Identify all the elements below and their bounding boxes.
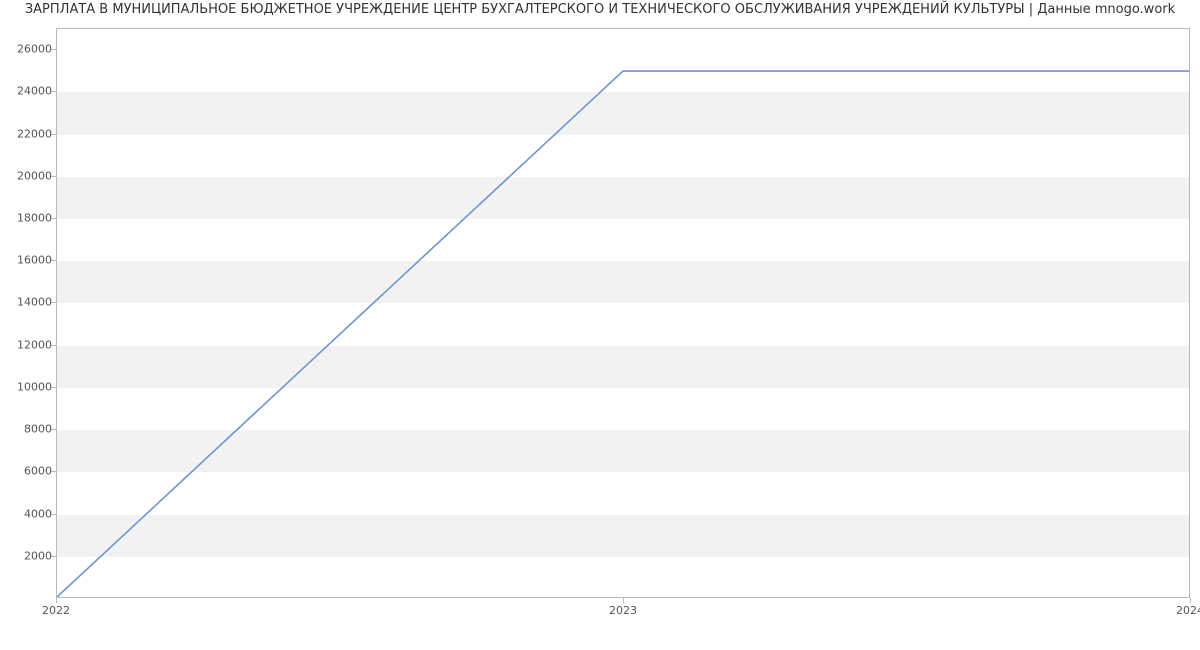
chart-container: ЗАРПЛАТА В МУНИЦИПАЛЬНОЕ БЮДЖЕТНОЕ УЧРЕЖ… <box>0 0 1200 650</box>
y-tick-mark <box>51 91 56 92</box>
y-tick-mark <box>51 302 56 303</box>
y-tick-label: 20000 <box>2 169 52 182</box>
y-tick-mark <box>51 218 56 219</box>
y-tick-mark <box>51 260 56 261</box>
y-tick-label: 16000 <box>2 254 52 267</box>
y-tick-label: 26000 <box>2 43 52 56</box>
y-tick-mark <box>51 514 56 515</box>
line-series <box>57 29 1189 597</box>
y-tick-mark <box>51 556 56 557</box>
series-line <box>57 71 1189 597</box>
y-tick-label: 24000 <box>2 85 52 98</box>
y-tick-mark <box>51 471 56 472</box>
y-tick-label: 6000 <box>2 465 52 478</box>
x-tick-label: 2022 <box>42 604 70 617</box>
y-tick-label: 12000 <box>2 338 52 351</box>
y-tick-label: 18000 <box>2 212 52 225</box>
x-tick-label: 2024 <box>1176 604 1200 617</box>
x-tick-mark <box>623 598 624 603</box>
y-tick-mark <box>51 429 56 430</box>
y-tick-label: 4000 <box>2 507 52 520</box>
y-tick-label: 2000 <box>2 549 52 562</box>
x-tick-label: 2023 <box>609 604 637 617</box>
y-tick-label: 8000 <box>2 423 52 436</box>
y-tick-mark <box>51 176 56 177</box>
y-tick-mark <box>51 387 56 388</box>
y-tick-mark <box>51 134 56 135</box>
y-tick-label: 14000 <box>2 296 52 309</box>
y-tick-label: 10000 <box>2 380 52 393</box>
plot-area <box>56 28 1190 598</box>
x-tick-mark <box>1190 598 1191 603</box>
chart-title: ЗАРПЛАТА В МУНИЦИПАЛЬНОЕ БЮДЖЕТНОЕ УЧРЕЖ… <box>0 2 1200 17</box>
y-tick-mark <box>51 49 56 50</box>
y-tick-label: 22000 <box>2 127 52 140</box>
x-tick-mark <box>56 598 57 603</box>
y-tick-mark <box>51 345 56 346</box>
